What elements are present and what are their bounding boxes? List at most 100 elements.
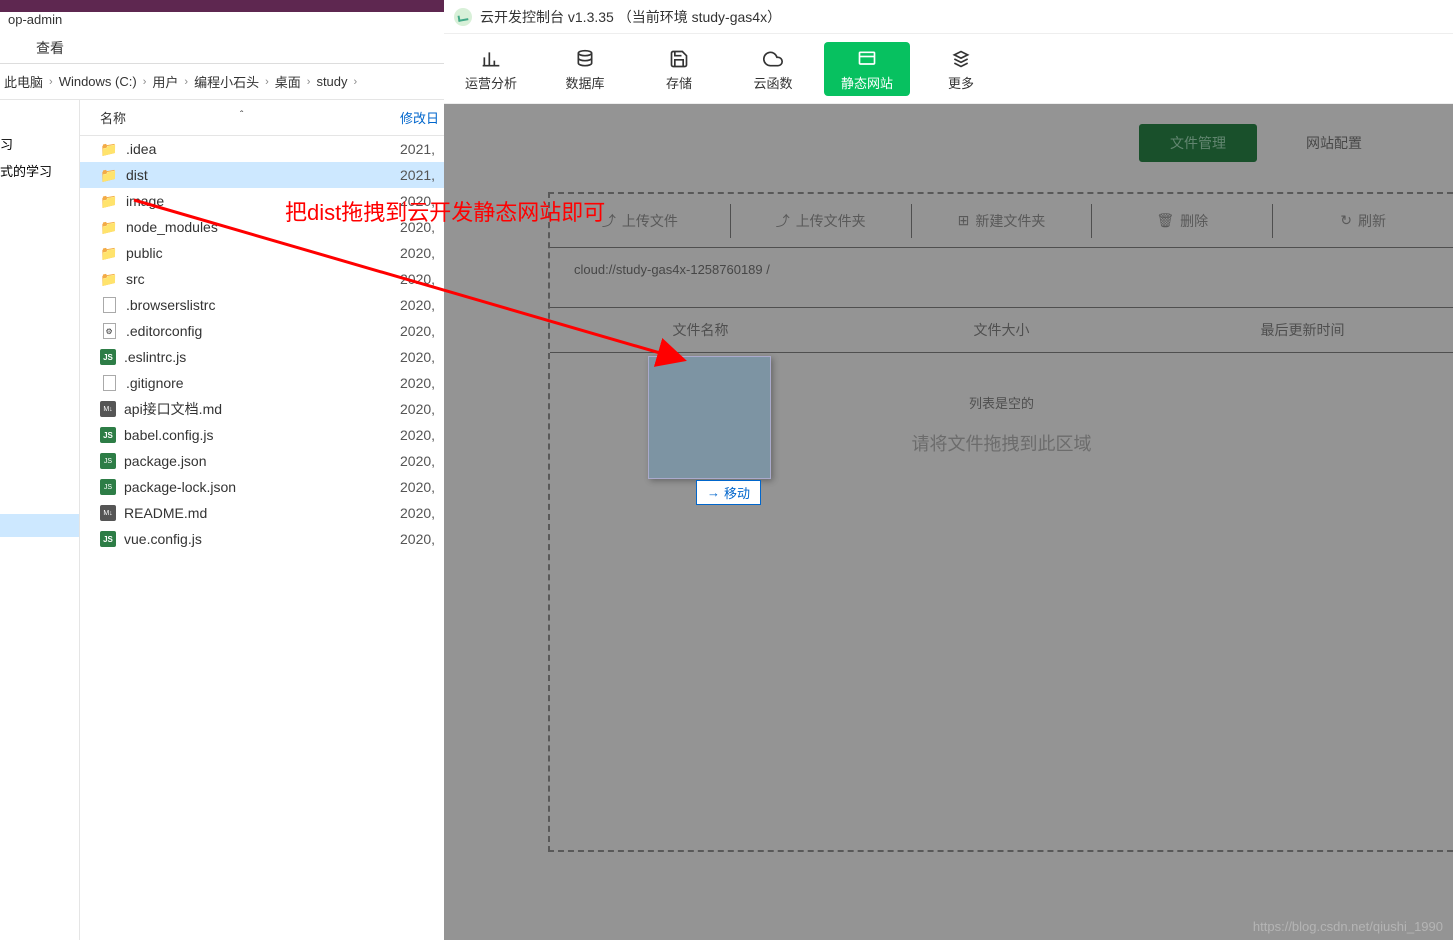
more-icon xyxy=(951,45,971,73)
file-name: .gitignore xyxy=(126,375,400,391)
file-date: 2020, xyxy=(400,401,444,417)
file-row[interactable]: 📁 public2020, xyxy=(80,240,444,266)
file-name: package-lock.json xyxy=(124,479,400,495)
explorer-title: op-admin xyxy=(0,12,444,32)
bc-item-2[interactable]: 用户 xyxy=(150,72,180,91)
console-title: 云开发控制台 v1.3.35 （当前环境 study-gas4x） xyxy=(480,7,781,27)
js-file-icon: JS xyxy=(100,427,116,443)
file-date: 2020, xyxy=(400,245,444,261)
sidebar-item-2[interactable]: 式的学习 xyxy=(0,157,79,184)
file-row[interactable]: JS vue.config.js2020, xyxy=(80,526,444,552)
folder-icon: 📁 xyxy=(100,218,118,236)
watermark: https://blog.csdn.net/qiushi_1990 xyxy=(1253,919,1443,934)
file-row[interactable]: ⚙ .editorconfig2020, xyxy=(80,318,444,344)
file-explorer: op-admin 查看 此电脑› Windows (C:)› 用户› 编程小石头… xyxy=(0,0,444,940)
col-name[interactable]: 名称ˆ xyxy=(80,108,400,127)
bc-item-1[interactable]: Windows (C:) xyxy=(57,74,139,89)
chart-icon xyxy=(481,45,501,73)
arrow-right-icon: → xyxy=(707,485,720,500)
cloud-icon xyxy=(763,45,783,73)
bc-item-3[interactable]: 编程小石头 xyxy=(192,72,261,91)
toolbar-database[interactable]: 数据库 xyxy=(538,38,632,100)
toolbar-save[interactable]: 存储 xyxy=(632,38,726,100)
file-row[interactable]: JS package-lock.json2020, xyxy=(80,474,444,500)
file-name: src xyxy=(126,271,400,287)
file-icon xyxy=(100,296,118,314)
folder-icon: 📁 xyxy=(100,270,118,288)
sidebar-sel[interactable] xyxy=(0,514,79,537)
drag-dim-overlay xyxy=(444,104,1453,940)
annotation-text: 把dist拖拽到云开发静态网站即可 xyxy=(285,195,605,227)
file-row[interactable]: .browserslistrc2020, xyxy=(80,292,444,318)
file-icon xyxy=(100,374,118,392)
folder-icon: 📁 xyxy=(100,192,118,210)
file-name: dist xyxy=(126,167,400,183)
file-name: README.md xyxy=(124,505,400,521)
toolbar-more[interactable]: 更多 xyxy=(914,38,1008,100)
file-date: 2020, xyxy=(400,479,444,495)
file-date: 2020, xyxy=(400,427,444,443)
file-row[interactable]: 📁 .idea2021, xyxy=(80,136,444,162)
toolbar-cloud[interactable]: 云函数 xyxy=(726,38,820,100)
file-name: babel.config.js xyxy=(124,427,400,443)
file-row[interactable]: M↓api接口文档.md2020, xyxy=(80,396,444,422)
window-top-bar xyxy=(0,0,444,12)
file-row[interactable]: 📁 src2020, xyxy=(80,266,444,292)
file-date: 2020, xyxy=(400,271,444,287)
menu-view[interactable]: 查看 xyxy=(28,34,72,62)
explorer-sidebar: 习 式的学习 xyxy=(0,100,80,940)
cloud-console: 云开发控制台 v1.3.35 （当前环境 study-gas4x） 运营分析数据… xyxy=(444,0,1453,940)
save-icon xyxy=(669,45,689,73)
js-file-icon: JS xyxy=(100,349,116,365)
breadcrumb[interactable]: 此电脑› Windows (C:)› 用户› 编程小石头› 桌面› study› xyxy=(0,64,444,100)
file-name: .browserslistrc xyxy=(126,297,400,313)
drag-move-label: → 移动 xyxy=(696,480,761,505)
folder-icon: 📁 xyxy=(100,140,118,158)
console-content: 文件管理 网站配置 ⤴上传文件 ⤴上传文件夹 ⊞新建文件夹 🗑删除 ↻刷新 cl… xyxy=(444,104,1453,940)
console-titlebar: 云开发控制台 v1.3.35 （当前环境 study-gas4x） xyxy=(444,0,1453,34)
list-header: 名称ˆ 修改日 xyxy=(80,100,444,136)
markdown-file-icon: M↓ xyxy=(100,505,116,521)
file-date: 2020, xyxy=(400,297,444,313)
js-file-icon: JS xyxy=(100,531,116,547)
cloud-dev-icon xyxy=(454,8,472,26)
drag-ghost xyxy=(648,356,771,479)
file-date: 2020, xyxy=(400,505,444,521)
file-row[interactable]: M↓ README.md2020, xyxy=(80,500,444,526)
file-date: 2020, xyxy=(400,349,444,365)
file-date: 2020, xyxy=(400,453,444,469)
col-date[interactable]: 修改日 xyxy=(400,108,444,127)
console-toolbar: 运营分析数据库存储云函数静态网站更多 xyxy=(444,34,1453,104)
file-date: 2020, xyxy=(400,375,444,391)
config-file-icon: ⚙ xyxy=(100,322,118,340)
bc-item-0[interactable]: 此电脑 xyxy=(2,72,45,91)
file-name: .idea xyxy=(126,141,400,157)
file-name: package.json xyxy=(124,453,400,469)
file-row[interactable]: JS .eslintrc.js2020, xyxy=(80,344,444,370)
json-file-icon: JS xyxy=(100,453,116,469)
folder-icon: 📁 xyxy=(100,244,118,262)
file-row[interactable]: JS package.json2020, xyxy=(80,448,444,474)
bc-item-4[interactable]: 桌面 xyxy=(273,72,303,91)
file-name: .editorconfig xyxy=(126,323,400,339)
file-row[interactable]: JS babel.config.js2020, xyxy=(80,422,444,448)
markdown-file-icon: M↓ xyxy=(100,401,116,417)
folder-icon: 📁 xyxy=(100,166,118,184)
toolbar-website[interactable]: 静态网站 xyxy=(824,42,910,96)
file-date: 2020, xyxy=(400,323,444,339)
file-row[interactable]: .gitignore2020, xyxy=(80,370,444,396)
file-date: 2020, xyxy=(400,531,444,547)
explorer-menu: 查看 xyxy=(0,32,444,64)
file-name: public xyxy=(126,245,400,261)
file-row[interactable]: 📁 dist2021, xyxy=(80,162,444,188)
json-file-icon: JS xyxy=(100,479,116,495)
file-date: 2021, xyxy=(400,141,444,157)
file-name: vue.config.js xyxy=(124,531,400,547)
file-date: 2021, xyxy=(400,167,444,183)
database-icon xyxy=(575,45,595,73)
bc-item-5[interactable]: study xyxy=(314,74,349,89)
sidebar-item-1[interactable]: 习 xyxy=(0,130,79,157)
file-name: .eslintrc.js xyxy=(124,349,400,365)
toolbar-chart[interactable]: 运营分析 xyxy=(444,38,538,100)
website-icon xyxy=(857,45,877,73)
